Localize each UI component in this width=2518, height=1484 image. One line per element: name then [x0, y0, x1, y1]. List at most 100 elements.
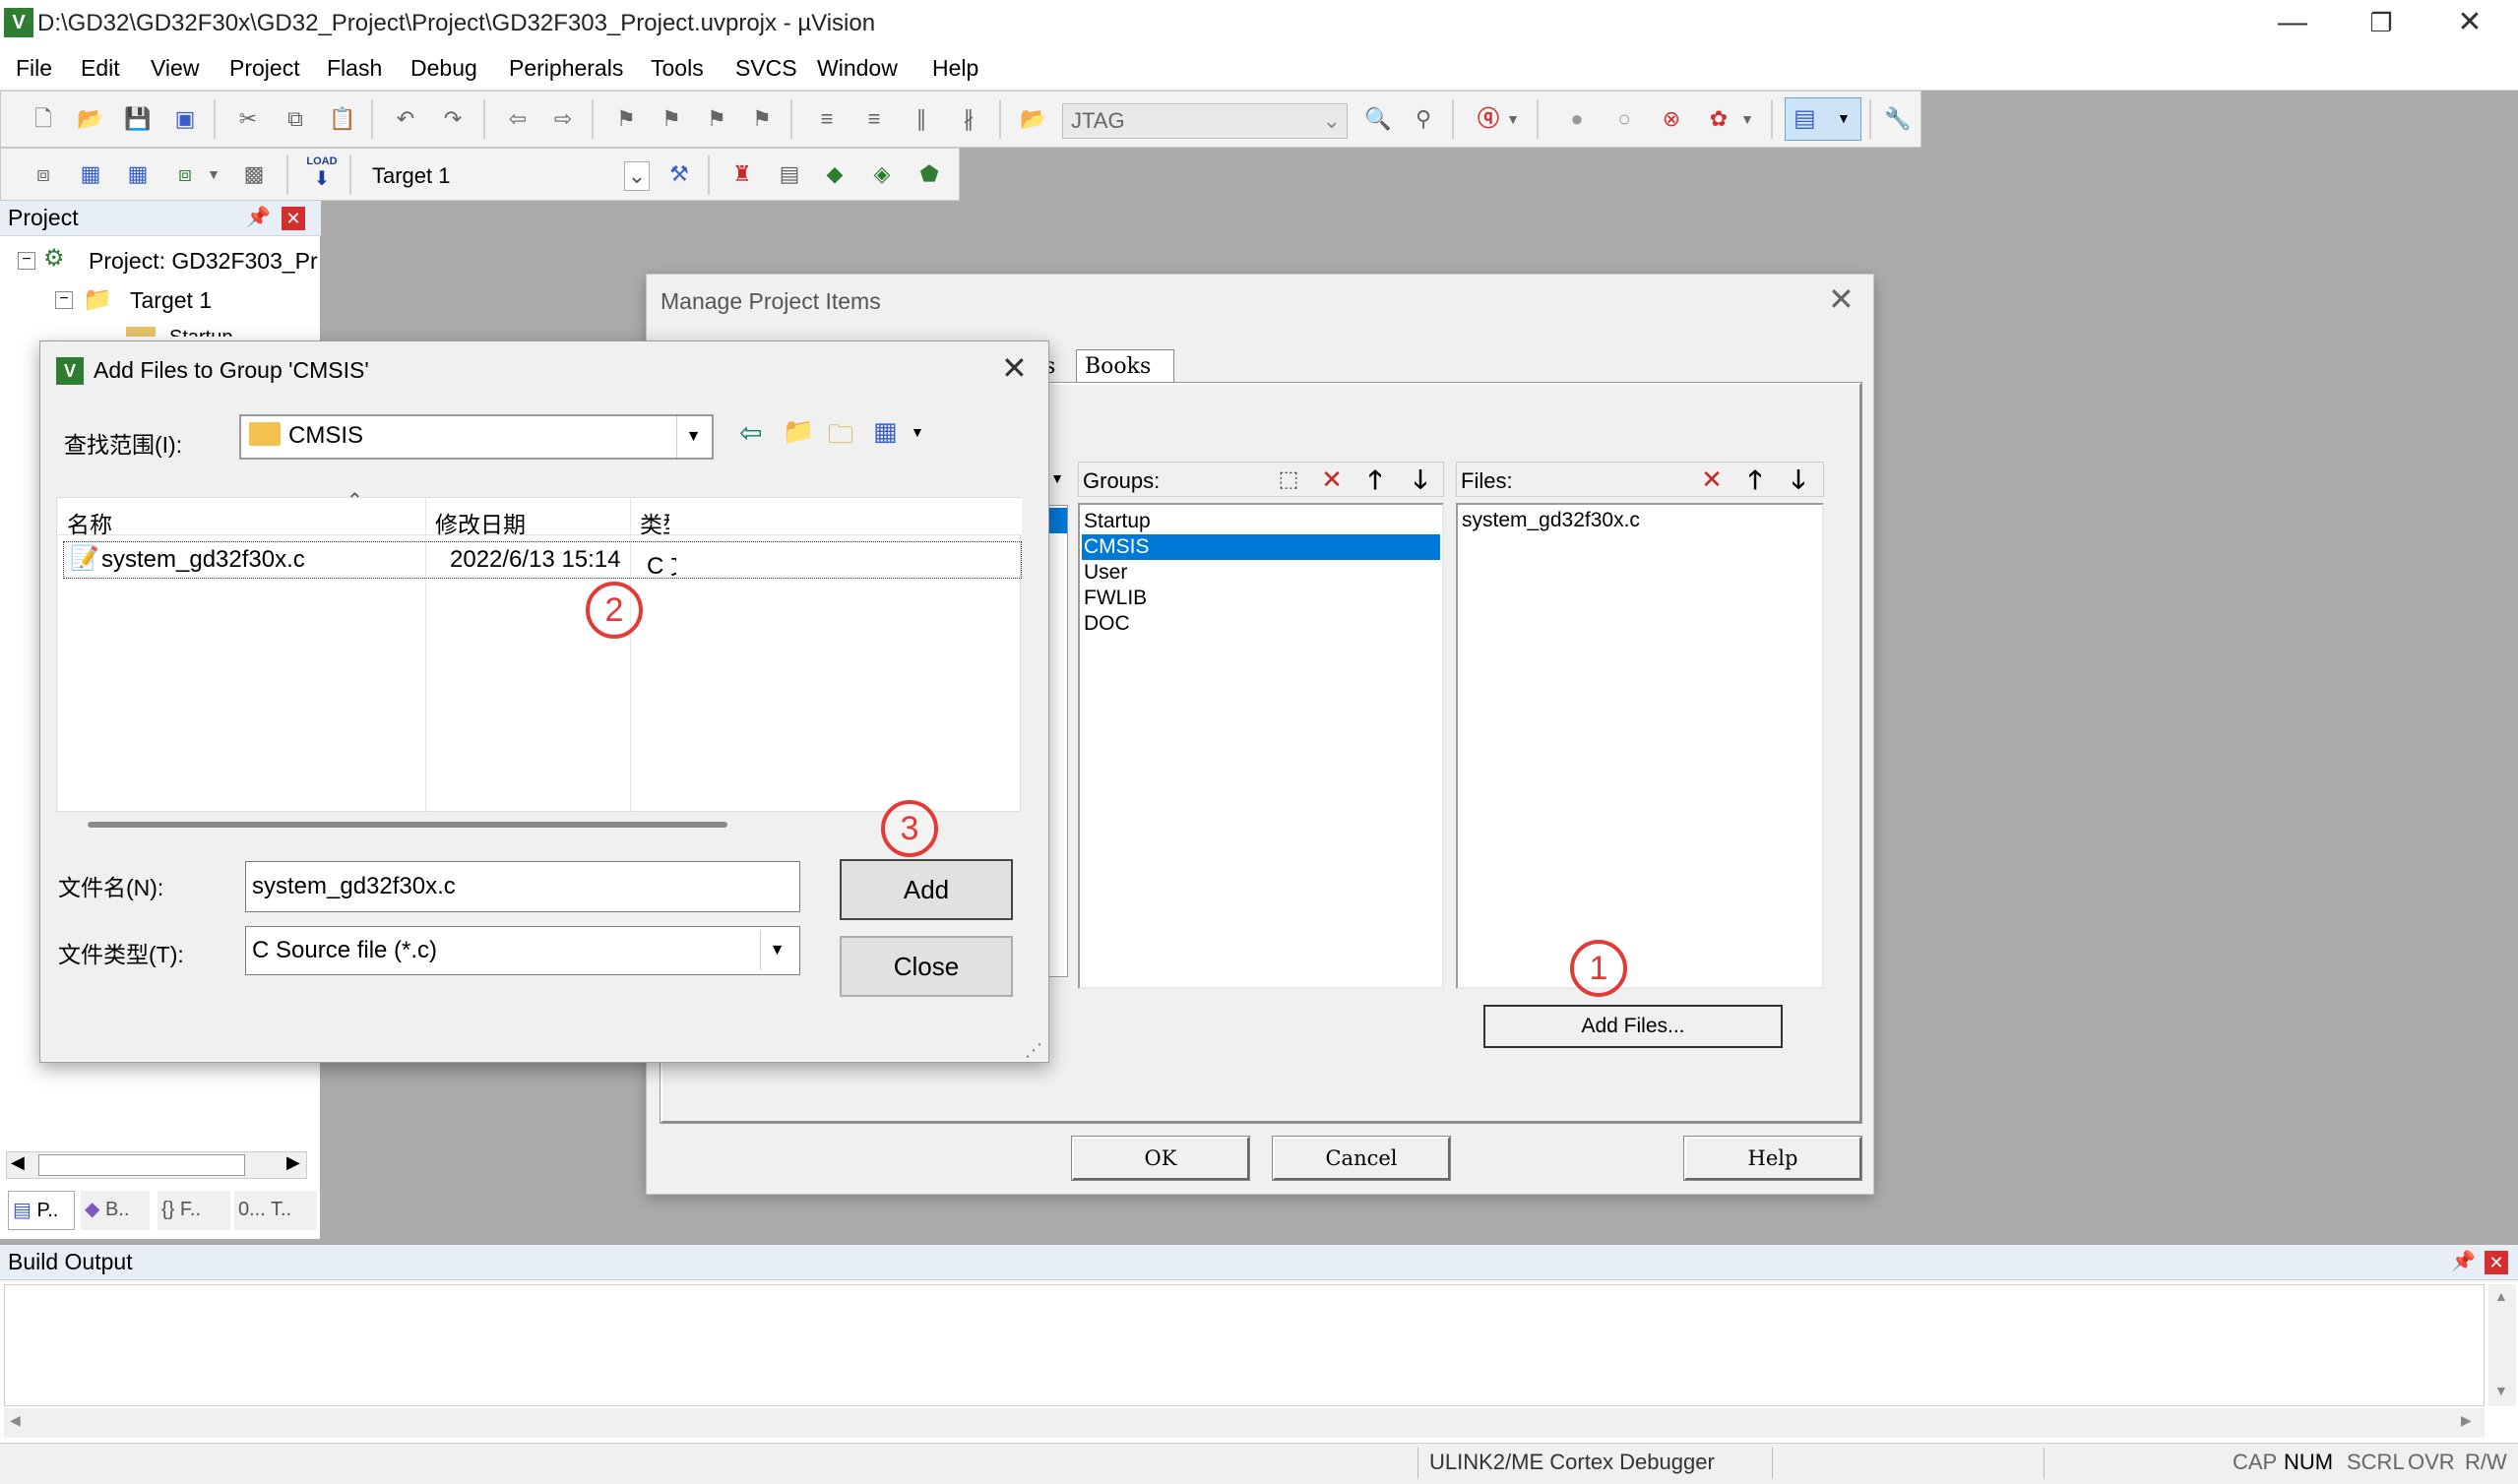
delete-icon[interactable]: ✕: [1695, 463, 1729, 496]
menu-project[interactable]: Project: [229, 55, 300, 82]
software-packs-icon[interactable]: ⬟: [913, 157, 946, 191]
tree-project-root[interactable]: Project: GD32F303_Pr: [89, 248, 318, 275]
translate-icon[interactable]: ⧈: [27, 157, 60, 191]
up-folder-icon[interactable]: 📁: [783, 416, 814, 447]
cut-icon[interactable]: ✂: [231, 102, 265, 136]
group-item-doc[interactable]: DOC: [1082, 611, 1440, 637]
tree-target[interactable]: Target 1: [130, 287, 212, 314]
look-in-select[interactable]: CMSIS ▼: [239, 414, 714, 460]
files-list[interactable]: system_gd32f30x.c: [1456, 503, 1824, 989]
save-all-icon[interactable]: ▣: [168, 102, 202, 136]
target-select[interactable]: Target 1 ⌄: [363, 158, 653, 194]
vertical-scrollbar[interactable]: ▲ ▼: [2488, 1284, 2516, 1406]
horizontal-scrollbar[interactable]: [88, 822, 727, 828]
navigate-forward-icon[interactable]: ⇨: [546, 102, 580, 136]
debugger-combo[interactable]: JTAG ⌄: [1062, 103, 1348, 139]
copy-icon[interactable]: ⧉: [279, 102, 312, 136]
tab-books[interactable]: ◆ B..: [81, 1191, 150, 1230]
group-item-user[interactable]: User: [1082, 560, 1440, 586]
column-name[interactable]: 名称: [67, 506, 112, 539]
pin-icon[interactable]: 📌: [2451, 1249, 2476, 1273]
tree-group-startup[interactable]: Startup: [169, 327, 232, 337]
kill-breakpoints-icon[interactable]: ⊗: [1655, 102, 1688, 136]
incremental-find-icon[interactable]: ⚲: [1407, 102, 1440, 136]
scroll-right-icon[interactable]: ▶: [286, 1152, 300, 1173]
options-for-target-icon[interactable]: ⚒: [662, 157, 696, 191]
close-icon[interactable]: ✕: [2485, 1251, 2508, 1274]
filetype-select[interactable]: C Source file (*.c) ▼: [245, 926, 800, 975]
chevron-down-icon[interactable]: ▼: [1046, 462, 1068, 495]
chevron-down-icon[interactable]: ▼: [204, 157, 223, 191]
scroll-down-icon[interactable]: ▼: [2494, 1383, 2508, 1398]
menu-svcs[interactable]: SVCS: [735, 55, 797, 82]
manage-project-items-icon[interactable]: ♜: [725, 157, 759, 191]
left-list-box[interactable]: [1046, 505, 1068, 977]
pin-icon[interactable]: 📌: [246, 205, 271, 229]
column-date[interactable]: 修改日期: [435, 506, 526, 539]
view-menu-icon[interactable]: ▦: [873, 416, 898, 447]
move-down-icon[interactable]: 🡓: [1404, 463, 1437, 496]
breakpoint-settings-icon[interactable]: ✿: [1702, 102, 1735, 136]
bookmark-icon[interactable]: ⚑: [609, 102, 643, 136]
bookmark-next-icon[interactable]: ⚑: [700, 102, 733, 136]
pack-installer-icon[interactable]: ◈: [865, 157, 899, 191]
file-list[interactable]: 名称 ⌃ 修改日期 类型 📝 system_gd32f30x.c 2022/6/…: [56, 490, 1022, 813]
menu-edit[interactable]: Edit: [81, 55, 120, 82]
debug-session-icon[interactable]: ⓠ: [1472, 102, 1505, 136]
menu-peripherals[interactable]: Peripherals: [509, 55, 623, 82]
close-icon[interactable]: ✕: [282, 207, 305, 230]
menu-view[interactable]: View: [151, 55, 199, 82]
tab-functions[interactable]: {} F..: [157, 1191, 230, 1230]
back-icon[interactable]: ⇦: [739, 416, 762, 449]
bookmark-clear-icon[interactable]: ⚑: [745, 102, 779, 136]
scroll-left-icon[interactable]: ◀: [11, 1152, 25, 1173]
new-folder-icon[interactable]: 🗀: [828, 416, 853, 460]
chevron-down-icon[interactable]: ▼: [911, 424, 924, 440]
delete-icon[interactable]: ✕: [1315, 463, 1349, 496]
column-type[interactable]: 类型: [640, 506, 669, 539]
close-icon[interactable]: ✕: [1001, 349, 1028, 387]
group-item-fwlib[interactable]: FWLIB: [1082, 586, 1440, 611]
rebuild-icon[interactable]: ▦: [121, 157, 155, 191]
bookmark-prev-icon[interactable]: ⚑: [655, 102, 688, 136]
collapse-icon[interactable]: −: [18, 252, 35, 270]
chevron-down-icon[interactable]: ▼: [1503, 102, 1523, 136]
paste-icon[interactable]: 📋: [326, 102, 359, 136]
scrollbar-thumb[interactable]: [38, 1154, 245, 1176]
select-packs-icon[interactable]: ▤: [773, 157, 806, 191]
undo-icon[interactable]: ↶: [389, 102, 422, 136]
file-item[interactable]: system_gd32f30x.c: [1460, 509, 1640, 532]
scroll-right-icon[interactable]: ▶: [2461, 1412, 2472, 1429]
breakpoint-icon[interactable]: ●: [1560, 102, 1594, 136]
scroll-up-icon[interactable]: ▲: [2494, 1288, 2508, 1304]
chevron-down-icon[interactable]: ▼: [1737, 102, 1757, 136]
ok-button[interactable]: OK: [1071, 1136, 1250, 1181]
tab-templates[interactable]: 0... T..: [234, 1191, 317, 1230]
configure-icon[interactable]: 🔧: [1881, 102, 1915, 136]
add-files-button[interactable]: Add Files...: [1483, 1005, 1783, 1048]
download-button[interactable]: LOAD ⬇: [302, 155, 342, 194]
table-row[interactable]: 📝 system_gd32f30x.c 2022/6/13 15:14 C 文: [63, 541, 1022, 580]
open-folder-icon[interactable]: 📂: [74, 102, 107, 136]
close-window-button[interactable]: ✕: [2425, 0, 2514, 47]
move-down-icon[interactable]: 🡓: [1782, 463, 1815, 496]
window-layout-button[interactable]: ▤ ▼: [1785, 97, 1861, 141]
horizontal-scrollbar[interactable]: ◀ ▶: [4, 1408, 2485, 1438]
close-icon[interactable]: ✕: [1828, 280, 1855, 318]
menu-tools[interactable]: Tools: [651, 55, 704, 82]
minimize-button[interactable]: —: [2248, 0, 2337, 47]
group-item-cmsis[interactable]: CMSIS: [1082, 534, 1440, 560]
menu-help[interactable]: Help: [932, 55, 978, 82]
stop-build-icon[interactable]: ▩: [237, 157, 271, 191]
disable-breakpoint-icon[interactable]: ○: [1607, 102, 1641, 136]
resize-grip-icon[interactable]: ⋰: [1025, 1040, 1042, 1061]
new-group-icon[interactable]: ⬚: [1272, 463, 1305, 496]
menu-file[interactable]: File: [16, 55, 52, 82]
unindent-icon[interactable]: ≡: [857, 102, 891, 136]
cancel-button[interactable]: Cancel: [1272, 1136, 1451, 1181]
uncomment-icon[interactable]: ∦: [952, 102, 985, 136]
menu-debug[interactable]: Debug: [410, 55, 477, 82]
menu-flash[interactable]: Flash: [327, 55, 382, 82]
redo-icon[interactable]: ↷: [436, 102, 470, 136]
navigate-back-icon[interactable]: ⇦: [501, 102, 535, 136]
